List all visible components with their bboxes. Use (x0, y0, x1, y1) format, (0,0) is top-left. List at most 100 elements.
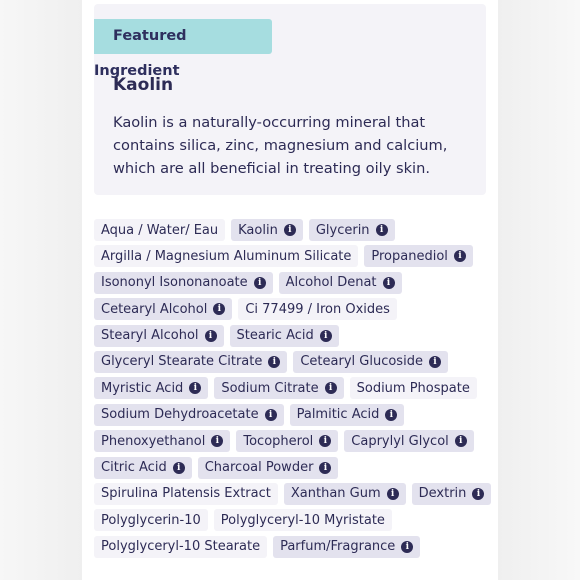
ingredient-tag-label: Sodium Phospate (356, 380, 470, 396)
info-icon[interactable]: i (264, 408, 277, 421)
info-icon[interactable]: i (453, 250, 466, 263)
featured-ingredient-description: Kaolin is a naturally-occurring mineral … (113, 114, 448, 177)
ingredient-tag-label: Sodium Dehydroacetate (101, 407, 259, 423)
ingredient-tag-label: Sodium Citrate (221, 380, 319, 396)
ingredient-tag-label: Stearic Acid (236, 328, 314, 344)
ingredient-tag[interactable]: Xanthan Gum i (283, 482, 406, 505)
ingredient-tag[interactable]: Palmitic Acid i (289, 403, 405, 426)
info-icon[interactable]: i (324, 382, 337, 395)
ingredient-tag[interactable]: Stearic Acid i (229, 324, 339, 347)
ingredient-row: Cetearyl Alcohol i Ci 77499 / Iron Oxides (94, 298, 490, 321)
ingredient-tag[interactable]: Sodium Citrate i (214, 377, 344, 400)
ingredient-tag-label: Glyceryl Stearate Citrate (101, 354, 263, 370)
ingredient-row: Argilla / Magnesium Aluminum Silicate Pro… (94, 245, 490, 268)
ingredient-row: Stearyl Alcohol i Stearic Acid i (94, 324, 490, 347)
ingredient-tag-label: Palmitic Acid (296, 407, 380, 423)
ingredient-tag[interactable]: Parfum/Fragrance i (273, 535, 421, 558)
ingredient-tag: Polyglyceryl-10 Stearate (94, 535, 268, 558)
ingredient-tag-label: Glycerin (315, 222, 370, 238)
ingredient-tag: Polyglyceryl-10 Myristate (213, 509, 392, 532)
ingredient-row: Aqua / Water/ Eau Kaolin i Glycerin i (94, 219, 490, 241)
ingredient-row: Polyglycerin-10 Polyglyceryl-10 Myristate (94, 509, 490, 532)
ingredient-tag-label: Argilla / Magnesium Aluminum Silicate (101, 248, 352, 264)
info-icon[interactable]: i (472, 487, 485, 500)
info-icon[interactable]: i (401, 540, 414, 553)
ingredient-tag-label: Kaolin (238, 222, 278, 238)
ingredient-tag-label: Cetearyl Alcohol (101, 301, 208, 317)
ingredient-tag[interactable]: Kaolin i (231, 219, 303, 241)
ingredient-tag-label: Tocopherol (243, 433, 314, 449)
info-icon[interactable]: i (385, 408, 398, 421)
info-icon[interactable]: i (319, 329, 332, 342)
info-icon[interactable]: i (204, 329, 217, 342)
ingredient-tag: Argilla / Magnesium Aluminum Silicate (94, 245, 359, 268)
ingredient-tag-label: Citric Acid (101, 460, 167, 476)
ingredient-tag: Polyglycerin-10 (94, 509, 208, 532)
ingredient-tag-label: Isononyl Isononanoate (101, 275, 248, 291)
ingredient-tag[interactable]: Citric Acid i (94, 456, 192, 479)
ingredient-tag-label: Parfum/Fragrance (280, 539, 396, 555)
ingredient-tag: Sodium Phospate (349, 377, 477, 400)
ingredient-tag: Aqua / Water/ Eau (94, 219, 226, 241)
info-icon[interactable]: i (172, 461, 185, 474)
ingredient-tag-label: Xanthan Gum (290, 486, 381, 502)
info-icon[interactable]: i (375, 224, 388, 236)
ingredient-tag[interactable]: Isononyl Isononanoate i (94, 271, 273, 294)
ingredient-row: Sodium Dehydroacetate i Palmitic Acid i (94, 403, 490, 426)
ingredient-row: Citric Acid i Charcoal Powder i (94, 456, 490, 479)
info-icon[interactable]: i (268, 355, 281, 368)
ingredient-row: Phenoxyethanol i Tocopherol i Caprylyl Glyco… (94, 430, 490, 453)
ingredient-tag[interactable]: Glycerin i (308, 219, 395, 241)
ingredient-tag-label: Ci 77499 / Iron Oxides (245, 301, 390, 317)
info-icon[interactable]: i (319, 461, 332, 474)
ingredient-tag-label: Cetearyl Glucoside (300, 354, 423, 370)
ingredient-row: Glyceryl Stearate Citrate i Cetearyl Gluco… (94, 350, 490, 373)
ingredient-tag[interactable]: Cetearyl Alcohol i (94, 298, 233, 321)
ingredient-tag: Ci 77499 / Iron Oxides (238, 298, 397, 321)
ingredient-tag[interactable]: Caprylyl Glycol i (344, 430, 474, 453)
ingredient-tag[interactable]: Sodium Dehydroacetate i (94, 403, 284, 426)
info-icon[interactable]: i (428, 355, 441, 368)
left-background (0, 0, 82, 580)
ingredient-tag-label: Polyglyceryl-10 Myristate (220, 512, 385, 528)
ingredients-panel: Featured Ingredient Kaolin Kaolin is a n… (82, 0, 498, 580)
ingredient-tag[interactable]: Propanediol i (364, 245, 473, 268)
info-icon[interactable]: i (386, 487, 399, 500)
ingredient-tag[interactable]: Stearyl Alcohol i (94, 324, 224, 347)
ingredient-tag-label: Polyglycerin-10 (101, 512, 201, 528)
right-background (498, 0, 580, 580)
info-icon[interactable]: i (319, 435, 332, 448)
featured-ingredient-badge: Featured Ingredient (94, 19, 272, 79)
info-icon[interactable]: i (454, 435, 467, 448)
ingredient-tag[interactable]: Cetearyl Glucoside i (293, 350, 448, 373)
ingredient-row: Isononyl Isononanoate i Alcohol Denat i (94, 271, 490, 294)
ingredient-tag-label: Polyglyceryl-10 Stearate (101, 539, 261, 555)
featured-ingredient-title: Kaolin (113, 75, 174, 95)
ingredient-tag-label: Stearyl Alcohol (101, 328, 199, 344)
info-icon[interactable]: i (283, 224, 296, 236)
ingredient-tag[interactable]: Phenoxyethanol i (94, 430, 231, 453)
ingredient-tag[interactable]: Myristic Acid i (94, 377, 209, 400)
featured-ingredient-card: Featured Ingredient Kaolin Kaolin is a n… (94, 4, 486, 195)
ingredient-row: Polyglyceryl-10 Stearate Parfum/Fragrance… (94, 535, 490, 558)
info-icon[interactable]: i (189, 382, 202, 395)
ingredient-tag-label: Propanediol (371, 248, 448, 264)
ingredient-tag-label: Alcohol Denat (285, 275, 377, 291)
ingredient-tag-label: Myristic Acid (101, 380, 184, 396)
ingredient-tag-list: Aqua / Water/ Eau Kaolin i Glycerin i Argilla… (94, 219, 492, 562)
ingredient-tag-label: Aqua / Water/ Eau (101, 222, 219, 238)
ingredient-tag-label: Spirulina Platensis Extract (101, 486, 271, 502)
ingredient-tag-label: Phenoxyethanol (101, 433, 206, 449)
info-icon[interactable]: i (253, 276, 266, 289)
info-icon[interactable]: i (211, 435, 224, 448)
ingredient-tag[interactable]: Glyceryl Stearate Citrate i (94, 350, 288, 373)
ingredient-tag[interactable]: Charcoal Powder i (197, 456, 339, 479)
ingredient-tag: Spirulina Platensis Extract (94, 482, 278, 505)
ingredient-tag-label: Dextrin (418, 486, 467, 502)
ingredient-row: Spirulina Platensis Extract Xanthan Gum i D… (94, 482, 492, 505)
ingredient-tag[interactable]: Tocopherol i (236, 430, 339, 453)
ingredient-tag[interactable]: Alcohol Denat i (278, 271, 402, 294)
info-icon[interactable]: i (213, 303, 226, 316)
info-icon[interactable]: i (382, 276, 395, 289)
ingredient-tag[interactable]: Dextrin i (411, 482, 492, 505)
